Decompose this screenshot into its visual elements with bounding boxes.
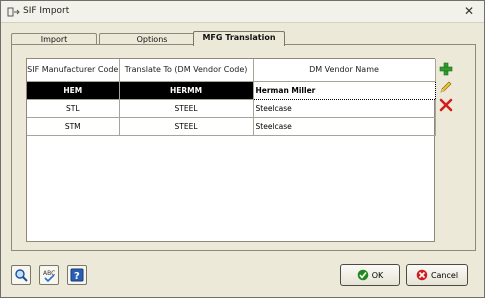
tab-mfg-translation[interactable]: MFG Translation [193,31,285,46]
table-header-row: SIF Manufacturer Code Translate To (DM V… [27,59,436,82]
column-header[interactable]: DM Vendor Name [253,59,436,82]
delete-row-button[interactable] [437,96,455,113]
ok-label: OK [371,270,384,280]
close-icon[interactable]: ✕ [462,4,476,18]
table-cell[interactable]: STEEL [119,99,254,118]
title-bar: SIF Import ✕ [1,1,484,23]
column-header[interactable]: Translate To (DM Vendor Code) [119,59,254,82]
table-cell[interactable]: HERMM [119,81,254,100]
ok-button[interactable]: OK [340,264,400,286]
check-icon [357,269,369,281]
cancel-button[interactable]: Cancel [406,264,468,286]
svg-text:?: ? [74,271,80,282]
tab-mfg-translation-label: MFG Translation [202,33,276,42]
table-cell[interactable]: Herman Miller [252,80,436,100]
magnifier-icon [15,269,28,282]
app-icon [7,7,20,17]
table-row-selected[interactable]: HEM HERMM Herman Miller [27,80,436,100]
table-cell[interactable]: HEM [27,81,120,100]
add-row-button[interactable] [437,60,455,77]
tab-options-label: Options [136,35,168,44]
window-title: SIF Import [23,6,70,16]
table-cell[interactable]: STEEL [119,117,254,136]
table-cell[interactable]: STL [27,99,120,118]
table-cell[interactable]: Steelcase [253,117,436,136]
pencil-icon [440,81,452,93]
plus-icon [439,62,453,75]
sif-import-window: SIF Import ✕ Import Options MFG Translat… [0,0,485,298]
spellcheck-icon: ABC [43,270,55,282]
table-row[interactable]: STM STEEL Steelcase [27,117,436,136]
tab-panel: SIF Manufacturer Code Translate To (DM V… [11,44,476,251]
tab-import-label: Import [40,35,68,44]
table-cell[interactable]: Steelcase [253,99,436,118]
translation-grid: SIF Manufacturer Code Translate To (DM V… [26,58,436,242]
translation-table: SIF Manufacturer Code Translate To (DM V… [27,59,436,136]
table-cell[interactable]: STM [27,117,120,136]
edit-row-button[interactable] [437,78,455,95]
bottom-toolbar: ABC ? OK Cancel [1,259,484,297]
spellcheck-button[interactable]: ABC [39,265,59,285]
column-header[interactable]: SIF Manufacturer Code [27,59,120,82]
red-x-icon [439,98,453,111]
table-row[interactable]: STL STEEL Steelcase [27,99,436,118]
cancel-label: Cancel [430,270,459,280]
search-button[interactable] [11,265,31,285]
help-icon: ? [70,268,84,282]
cancel-icon [416,269,428,281]
help-button[interactable]: ? [67,265,87,285]
